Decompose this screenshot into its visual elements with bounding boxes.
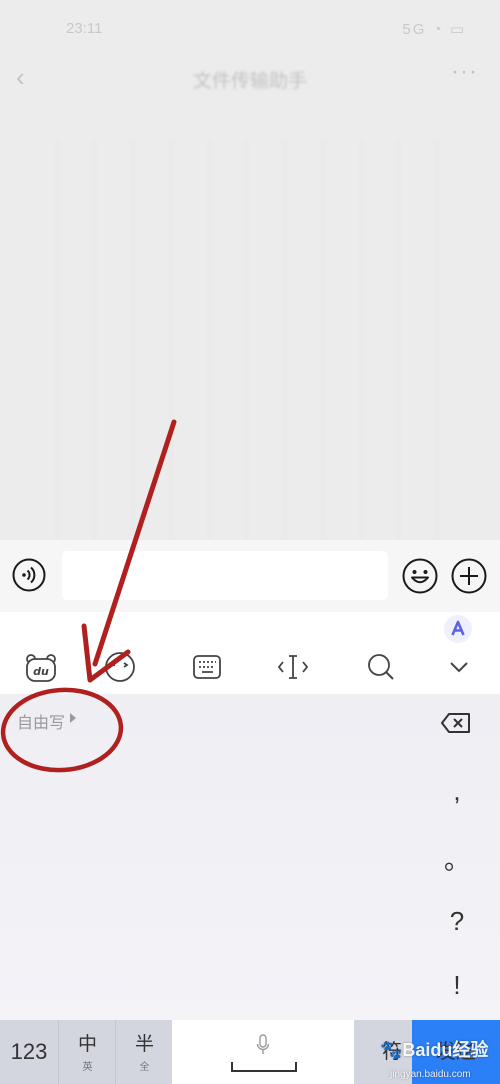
half-key-sub: 全 xyxy=(139,1062,150,1073)
watermark-url: jingyan.baidu.com xyxy=(390,1069,471,1080)
status-time: 23:11 xyxy=(66,20,103,37)
chevron-down-icon[interactable] xyxy=(442,650,476,684)
free-write-label[interactable]: 自由写 xyxy=(17,709,65,733)
numeric-key[interactable]: 123 xyxy=(0,1020,58,1084)
search-icon[interactable] xyxy=(364,650,398,684)
chat-input-bar xyxy=(0,540,500,612)
keyboard-toolbar: du xyxy=(0,612,500,694)
punct-question-key[interactable]: ? xyxy=(440,906,474,937)
plus-icon[interactable] xyxy=(451,558,487,594)
status-bar: 23:11 5G ◔ ▭ xyxy=(0,0,500,56)
message-input[interactable] xyxy=(62,551,388,600)
space-bar-glyph xyxy=(231,1062,297,1072)
free-write-arrow-icon xyxy=(70,713,76,723)
face-emoji-icon[interactable] xyxy=(103,650,137,684)
svg-text:du: du xyxy=(33,665,49,678)
punct-period-key[interactable]: 。 xyxy=(440,840,474,877)
baidu-paw-icon: 🐾 xyxy=(380,1040,403,1060)
handwriting-panel[interactable]: 自由写 , 。 ? ! xyxy=(0,694,500,1020)
watermark-brand: Baidu经验 xyxy=(402,1040,489,1060)
keyboard-icon[interactable] xyxy=(190,650,224,684)
nav-bar: ‹ 文件传输助手 ··· xyxy=(0,56,500,100)
status-indicators: 5G ◔ ▭ xyxy=(402,21,466,38)
space-key[interactable] xyxy=(172,1020,354,1084)
chat-area[interactable] xyxy=(0,100,500,540)
half-full-width-key[interactable]: 半 全 xyxy=(115,1020,173,1084)
zh-en-switch-key[interactable]: 中 英 xyxy=(58,1020,116,1084)
chat-background-pattern xyxy=(56,140,446,540)
ai-assistant-icon[interactable] xyxy=(444,615,472,643)
more-options-icon[interactable]: ··· xyxy=(451,58,478,86)
voice-icon[interactable] xyxy=(12,558,46,592)
microphone-icon xyxy=(256,1034,270,1054)
punct-exclamation-key[interactable]: ! xyxy=(440,970,474,1001)
zh-key-main: 中 xyxy=(77,1034,97,1055)
cursor-icon[interactable] xyxy=(276,650,310,684)
half-key-main: 半 xyxy=(134,1034,154,1055)
punct-comma-key[interactable]: , xyxy=(440,776,474,807)
zh-key-sub: 英 xyxy=(82,1062,93,1073)
du-bear-icon[interactable]: du xyxy=(24,650,58,684)
emoji-icon[interactable] xyxy=(402,558,438,594)
chat-title: 文件传输助手 xyxy=(192,71,307,92)
backspace-icon[interactable] xyxy=(440,712,472,734)
baidu-watermark: 🐾Baidu经验 xyxy=(380,1036,488,1062)
